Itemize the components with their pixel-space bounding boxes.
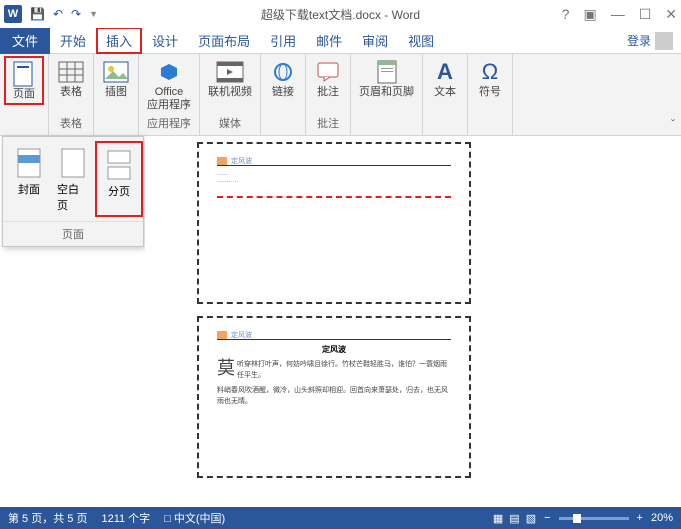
blank-page-label: 空白页: [57, 181, 89, 213]
table-group-label: 表格: [60, 115, 82, 133]
undo-icon[interactable]: ↶: [53, 7, 63, 21]
word-count[interactable]: 1211 个字: [101, 510, 150, 526]
word-app-icon: W: [4, 5, 22, 23]
avatar-icon: [655, 32, 673, 50]
zoom-slider[interactable]: [559, 517, 629, 520]
blank-page-button[interactable]: 空白页: [51, 141, 95, 217]
header-footer-label: 页眉和页脚: [359, 86, 414, 99]
minimize-icon[interactable]: —: [611, 6, 625, 23]
tab-layout[interactable]: 页面布局: [188, 27, 260, 54]
page-break-icon: [103, 147, 135, 183]
page-break-indicator: [217, 196, 451, 198]
ribbon-display-icon[interactable]: ▣: [583, 6, 596, 23]
tab-view[interactable]: 视图: [398, 27, 444, 54]
read-mode-icon[interactable]: ▦: [493, 512, 503, 525]
close-icon[interactable]: ✕: [665, 6, 677, 23]
zoom-in-icon[interactable]: +: [637, 512, 643, 524]
cover-page-button[interactable]: 封面: [7, 141, 51, 217]
pages-dropdown: 封面 空白页 分页 页面: [2, 136, 144, 247]
cover-page-icon: [13, 145, 45, 181]
status-bar: 第 5 页，共 5 页 1211 个字 □ 中文(中国) ▦ ▤ ▧ − + 2…: [0, 507, 681, 529]
links-label: 链接: [272, 86, 294, 99]
illustrations-button[interactable]: 插图: [98, 56, 134, 101]
pages-button[interactable]: 页面: [4, 56, 44, 105]
header-footer-icon: [373, 58, 401, 86]
print-layout-icon[interactable]: ▤: [509, 512, 519, 525]
tab-insert[interactable]: 插入: [96, 27, 142, 54]
redo-icon[interactable]: ↷: [71, 7, 81, 21]
zoom-level[interactable]: 20%: [651, 512, 673, 524]
picture-icon: [102, 58, 130, 86]
page-break-label: 分页: [108, 183, 130, 199]
drop-cap: 莫: [217, 359, 235, 377]
office-apps-button[interactable]: Office 应用程序: [143, 56, 195, 114]
comment-group-label: 批注: [317, 115, 339, 133]
qat-dropdown-icon[interactable]: ▼: [89, 9, 98, 19]
table-button[interactable]: 表格: [53, 56, 89, 101]
links-button[interactable]: 链接: [265, 56, 301, 101]
doc-paragraph: 听穿林打叶声，何妨吟啸且徐行。竹杖芒鞋轻胜马，谁怕？一蓑烟雨任平生。: [237, 361, 447, 379]
document-area[interactable]: 定风波 ...... ........... 定风波 定风波 莫 听穿林打叶声，…: [145, 138, 673, 505]
tab-home[interactable]: 开始: [50, 27, 96, 54]
tab-mailings[interactable]: 邮件: [306, 27, 352, 54]
zoom-out-icon[interactable]: −: [544, 512, 550, 524]
comment-label: 批注: [317, 86, 339, 99]
table-label: 表格: [60, 86, 82, 99]
page-header: 定风波: [217, 156, 451, 166]
comment-button[interactable]: 批注: [310, 56, 346, 101]
video-icon: [216, 58, 244, 86]
header-footer-button[interactable]: 页眉和页脚: [355, 56, 418, 101]
pages-dropdown-label: 页面: [3, 221, 143, 246]
doc-title: 定风波: [217, 344, 451, 355]
tab-file[interactable]: 文件: [0, 27, 50, 54]
collapse-ribbon-icon[interactable]: ˇ: [671, 117, 675, 131]
web-layout-icon[interactable]: ▧: [526, 512, 536, 525]
help-icon[interactable]: ?: [562, 6, 570, 23]
page-break-button[interactable]: 分页: [95, 141, 143, 217]
online-video-button[interactable]: 联机视频: [204, 56, 256, 101]
video-label: 联机视频: [208, 86, 252, 99]
doc-paragraph: 料峭春风吹酒醒，微冷，山头斜照却相迎。回首向来萧瑟处，归去，也无风雨也无晴。: [217, 385, 451, 407]
window-title: 超级下载text文档.docx - Word: [261, 6, 420, 23]
document-page[interactable]: 定风波 ...... ...........: [197, 142, 471, 304]
cover-page-label: 封面: [18, 181, 40, 197]
blank-page-icon: [57, 145, 89, 181]
document-page[interactable]: 定风波 定风波 莫 听穿林打叶声，何妨吟啸且徐行。竹杖芒鞋轻胜马，谁怕？一蓑烟雨…: [197, 316, 471, 478]
login-button[interactable]: 登录: [619, 28, 681, 54]
text-label: 文本: [434, 86, 456, 99]
illustrations-label: 插图: [105, 86, 127, 99]
media-group-label: 媒体: [219, 115, 241, 133]
save-icon[interactable]: 💾: [30, 7, 45, 21]
symbol-button[interactable]: Ω 符号: [472, 56, 508, 101]
page-header: 定风波: [217, 330, 451, 340]
pages-icon: [10, 60, 38, 88]
login-label: 登录: [627, 32, 651, 49]
tab-review[interactable]: 审阅: [352, 27, 398, 54]
comment-icon: [314, 58, 342, 86]
apps-icon: [155, 58, 183, 86]
tab-design[interactable]: 设计: [142, 27, 188, 54]
text-icon: A: [431, 58, 459, 86]
language-status[interactable]: □ 中文(中国): [164, 510, 225, 526]
apps-group-label: 应用程序: [147, 115, 191, 133]
table-icon: [57, 58, 85, 86]
maximize-icon[interactable]: ☐: [639, 6, 652, 23]
apps-label: Office 应用程序: [147, 86, 191, 112]
tab-references[interactable]: 引用: [260, 27, 306, 54]
text-button[interactable]: A 文本: [427, 56, 463, 101]
page-count[interactable]: 第 5 页，共 5 页: [8, 510, 87, 526]
symbol-label: 符号: [479, 86, 501, 99]
symbol-icon: Ω: [476, 58, 504, 86]
pages-label: 页面: [13, 88, 35, 101]
link-icon: [269, 58, 297, 86]
